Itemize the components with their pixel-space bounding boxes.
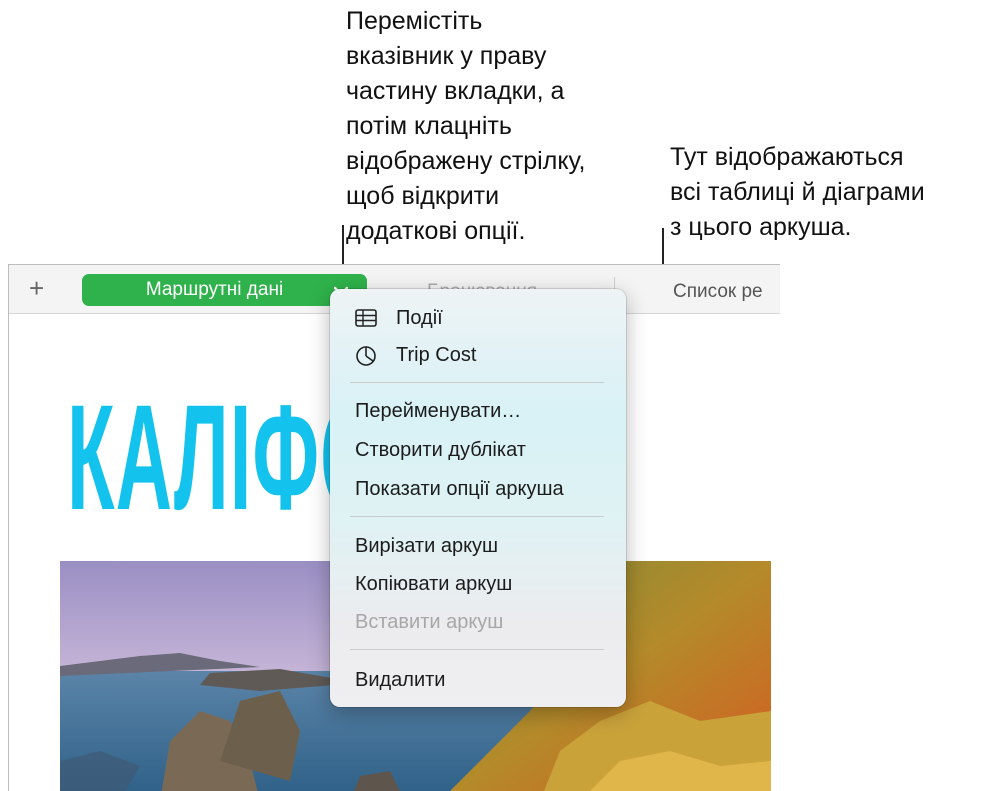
table-icon (354, 307, 378, 331)
menu-separator (350, 382, 604, 383)
menu-item-trip-cost[interactable]: Trip Cost (396, 344, 476, 367)
menu-item-cut-sheet[interactable]: Вирізати аркуш (355, 535, 498, 558)
menu-item-rename[interactable]: Перейменувати… (355, 400, 521, 423)
tab-list[interactable]: Список ре (673, 281, 763, 303)
add-sheet-button[interactable]: + (29, 273, 44, 303)
menu-item-paste-sheet: Вставити аркуш (355, 611, 504, 633)
menu-item-duplicate[interactable]: Створити дублікат (355, 439, 526, 462)
menu-item-show-sheet-options[interactable]: Показати опції аркуша (355, 478, 564, 501)
callout-tab-options: Перемістіть вказівник у праву частину вк… (346, 7, 586, 245)
pie-chart-icon (354, 344, 378, 368)
menu-item-copy-sheet[interactable]: Копіювати аркуш (355, 573, 512, 596)
tab-route-data[interactable]: Маршрутні дані (82, 274, 367, 306)
tab-route-data-label: Маршрутні дані (145, 279, 284, 300)
menu-separator (350, 649, 604, 650)
callout-sheet-contents: Тут відображаються всі таблиці й діаграм… (670, 143, 925, 241)
menu-item-delete[interactable]: Видалити (355, 669, 445, 692)
menu-item-events[interactable]: Події (396, 307, 443, 330)
sheet-context-menu: Події Trip Cost Перейменувати… Створити … (330, 289, 626, 707)
menu-separator (350, 516, 604, 517)
